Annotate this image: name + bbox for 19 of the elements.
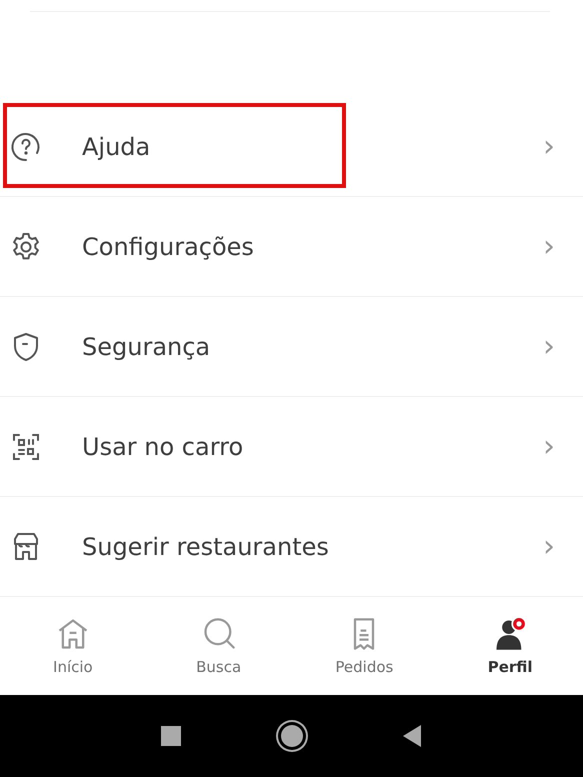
nav-tab[interactable]: Pedidos: [314, 616, 414, 676]
nav-tab[interactable]: Busca: [168, 616, 269, 676]
menu-item[interactable]: Usar no carro ›: [0, 397, 583, 496]
chevron-icon: ›: [543, 529, 555, 564]
menu-item[interactable]: Segurança ›: [0, 297, 583, 396]
nav-tab[interactable]: Início: [22, 616, 123, 676]
chevron-icon: ›: [543, 429, 555, 464]
menu-item[interactable]: Ajuda ›: [0, 97, 583, 196]
chevron-icon: ›: [543, 129, 555, 164]
menu-item[interactable]: Sugerir restaurantes ›: [0, 497, 583, 596]
recents-button[interactable]: [160, 726, 180, 746]
help-icon: [10, 130, 42, 162]
back-button[interactable]: [402, 725, 422, 747]
settings-icon: [10, 230, 42, 262]
menu-item[interactable]: Configurações ›: [0, 197, 583, 296]
chevron-icon: ›: [543, 329, 555, 364]
chevron-icon: ›: [543, 229, 555, 264]
nav-tab[interactable]: Perfil: [460, 616, 560, 676]
home-button[interactable]: [280, 725, 302, 747]
